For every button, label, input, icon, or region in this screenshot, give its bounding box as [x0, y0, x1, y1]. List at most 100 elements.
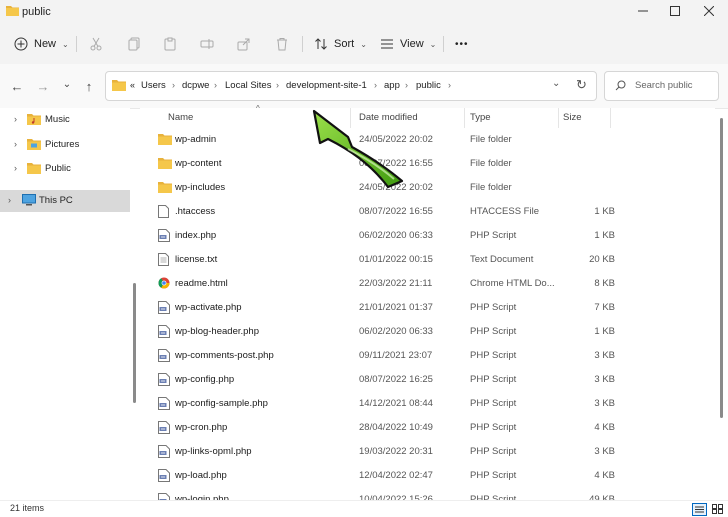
sidebar-item-music[interactable]: › Music: [0, 109, 130, 131]
command-bar: New ⌄ Sort ⌄ View ⌄ •••: [0, 24, 728, 65]
sidebar-item-this-pc[interactable]: › This PC: [0, 190, 130, 212]
breadcrumb-development-site-1[interactable]: development-site-1: [286, 80, 367, 91]
breadcrumb-users[interactable]: Users: [141, 80, 166, 91]
php-file-icon: [158, 301, 170, 314]
item-count: 21 items: [10, 503, 45, 513]
file-row[interactable]: wp-comments-post.php 09/11/2021 23:07 PHP …: [140, 345, 715, 369]
forward-button[interactable]: →: [34, 78, 52, 94]
share-icon[interactable]: [234, 34, 254, 54]
chevron-right-icon[interactable]: ›: [8, 195, 11, 205]
divider: [443, 36, 444, 52]
divider: [302, 36, 303, 52]
maximize-button[interactable]: [658, 0, 692, 22]
breadcrumb-local-sites[interactable]: Local Sites: [225, 80, 271, 91]
minimize-button[interactable]: [626, 0, 660, 22]
refresh-button[interactable]: ↻: [576, 77, 587, 93]
breadcrumb-overflow[interactable]: «: [130, 80, 135, 90]
column-divider[interactable]: [610, 108, 611, 128]
back-button[interactable]: ←: [8, 78, 26, 94]
column-divider[interactable]: [558, 108, 559, 128]
file-type: PHP Script: [470, 398, 517, 409]
paste-icon[interactable]: [160, 34, 180, 54]
file-row[interactable]: wp-config.php 08/07/2022 16:25 PHP Script 3…: [140, 369, 715, 393]
breadcrumb-public[interactable]: public: [416, 80, 441, 91]
file-date-modified: 09/11/2021 23:07: [359, 350, 433, 361]
file-name: wp-links-opml.php: [175, 446, 252, 457]
tiles-view-icon[interactable]: [712, 504, 723, 514]
sidebar-scrollbar[interactable]: [133, 283, 136, 403]
file-name: .htaccess: [175, 206, 216, 217]
file-row[interactable]: wp-activate.php 21/01/2021 01:37 PHP Scrip…: [140, 297, 715, 321]
chrome-icon: [158, 277, 170, 289]
chevron-right-icon[interactable]: ›: [14, 139, 17, 149]
chevron-right-icon[interactable]: ›: [14, 114, 17, 124]
sidebar-item-label: Public: [45, 163, 71, 174]
file-type: PHP Script: [470, 374, 517, 385]
plus-circle-icon: [14, 37, 28, 51]
chevron-right-icon: ›: [448, 80, 451, 90]
rename-icon[interactable]: [197, 34, 217, 54]
file-row[interactable]: license.txt 01/01/2022 00:15 Text Document…: [140, 249, 715, 273]
file-name: wp-config.php: [175, 374, 235, 385]
recent-locations-button[interactable]: ⌄: [58, 76, 76, 92]
file-row[interactable]: wp-blog-header.php 06/02/2020 06:33 PHP Sc…: [140, 321, 715, 345]
details-view-icon[interactable]: [692, 503, 707, 516]
search-icon: [615, 80, 626, 91]
sidebar-item-public[interactable]: › Public: [0, 158, 130, 180]
chevron-right-icon[interactable]: ›: [14, 163, 17, 173]
view-icon: [381, 39, 393, 49]
column-divider[interactable]: [464, 108, 465, 128]
file-row[interactable]: wp-load.php 12/04/2022 02:47 PHP Script 4 K…: [140, 465, 715, 489]
cut-icon[interactable]: [86, 34, 106, 54]
navigation-pane: › Music › Pictures › Public › This PC: [0, 108, 130, 500]
search-box[interactable]: Search public: [604, 71, 719, 101]
scrollbar-thumb[interactable]: [720, 118, 723, 418]
sort-button[interactable]: Sort ⌄: [314, 34, 367, 54]
view-button[interactable]: View ⌄: [380, 34, 436, 54]
file-row[interactable]: wp-admin 24/05/2022 20:02 File folder: [140, 129, 715, 153]
file-type: Text Document: [470, 254, 534, 265]
up-button[interactable]: ↑: [80, 78, 98, 94]
address-history-chevron-icon[interactable]: ⌄: [552, 78, 560, 89]
folder-icon: [158, 157, 172, 169]
sidebar-item-pictures[interactable]: › Pictures: [0, 134, 130, 156]
search-input[interactable]: Search public: [635, 80, 693, 91]
column-header-type[interactable]: Type: [470, 112, 491, 123]
file-row[interactable]: wp-config-sample.php 14/12/2021 08:44 PHP …: [140, 393, 715, 417]
file-row[interactable]: wp-links-opml.php 19/03/2022 20:31 PHP Scr…: [140, 441, 715, 465]
file-date-modified: 12/04/2022 02:47: [359, 470, 433, 481]
window-title: public: [22, 6, 51, 18]
file-row[interactable]: readme.html 22/03/2022 21:11 Chrome HTML D…: [140, 273, 715, 297]
title-bar: public: [0, 0, 728, 24]
file-row[interactable]: wp-content 08/07/2022 16:55 File folder: [140, 153, 715, 177]
sort-icon: [315, 38, 327, 50]
new-button[interactable]: New ⌄: [14, 34, 69, 54]
file-name: index.php: [175, 230, 217, 241]
file-name: wp-admin: [175, 134, 217, 145]
file-size: 3 KB: [594, 350, 615, 361]
column-header-size[interactable]: Size: [563, 112, 581, 123]
folder-icon: [158, 181, 172, 193]
delete-icon[interactable]: [272, 34, 292, 54]
folder-icon: [158, 133, 172, 145]
file-size: 8 KB: [594, 278, 615, 289]
breadcrumb-dcpwe[interactable]: dcpwe: [182, 80, 209, 91]
file-date-modified: 06/02/2020 06:33: [359, 230, 433, 241]
php-file-icon: [158, 469, 170, 482]
file-row[interactable]: .htaccess 08/07/2022 16:55 HTACCESS File 1 …: [140, 201, 715, 225]
file-row[interactable]: wp-includes 24/05/2022 20:02 File folder: [140, 177, 715, 201]
file-date-modified: 21/01/2021 01:37: [359, 302, 433, 313]
close-button[interactable]: [692, 0, 726, 22]
divider: [76, 36, 77, 52]
file-row[interactable]: index.php 06/02/2020 06:33 PHP Script 1 KB: [140, 225, 715, 249]
file-row[interactable]: wp-cron.php 28/04/2022 10:49 PHP Script 4 K…: [140, 417, 715, 441]
file-size: 4 KB: [594, 422, 615, 433]
copy-icon[interactable]: [124, 34, 144, 54]
more-options-button[interactable]: •••: [455, 34, 469, 54]
file-size: 4 KB: [594, 470, 615, 481]
breadcrumb-app[interactable]: app: [384, 80, 400, 91]
music-folder-icon: [27, 113, 41, 125]
php-file-icon: [158, 421, 170, 434]
column-header-name[interactable]: Name: [168, 112, 193, 123]
file-name: readme.html: [175, 278, 228, 289]
